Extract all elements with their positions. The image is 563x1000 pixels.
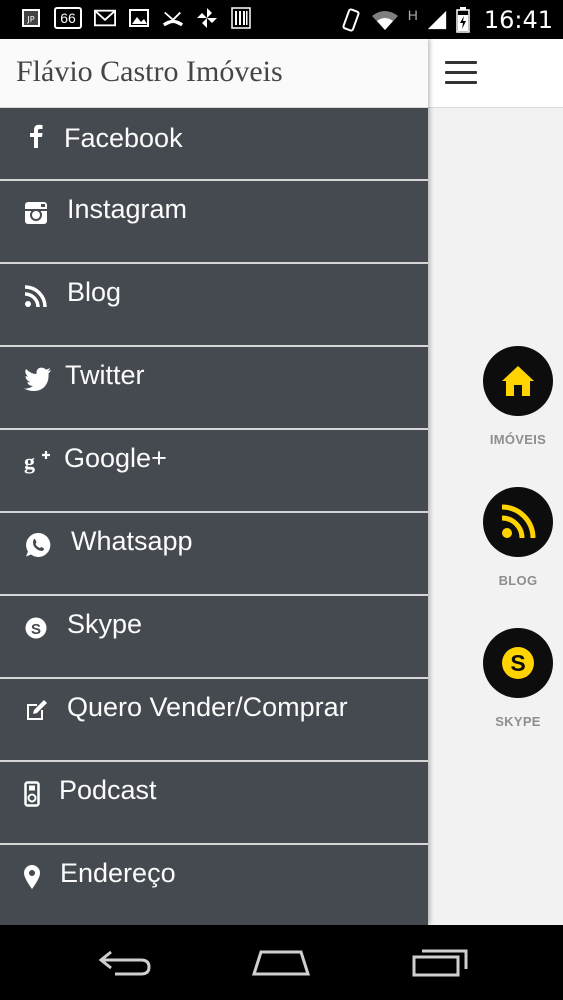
tile-blog[interactable]: BLOG	[482, 487, 554, 588]
game-notification-icon: JP	[20, 7, 42, 29]
rss-icon	[501, 504, 536, 539]
facebook-icon	[22, 122, 50, 150]
skype-icon: S	[502, 647, 534, 679]
svg-text:S: S	[510, 650, 525, 676]
back-button[interactable]	[85, 939, 165, 985]
tile-imoveis[interactable]: IMÓVEIS	[482, 346, 554, 447]
main-content: IMÓVEIS BLOG S SKYPE	[428, 39, 563, 925]
gmail-icon	[94, 7, 116, 29]
home-nav-icon	[251, 950, 311, 976]
menu-item-label: Endereço	[60, 858, 176, 888]
recent-apps-icon	[412, 949, 468, 977]
tile-label: IMÓVEIS	[489, 432, 547, 447]
menu-item-blog[interactable]: Blog	[0, 264, 428, 347]
menu-item-google-plus[interactable]: g Google+	[0, 430, 428, 513]
network-type: H	[407, 7, 418, 23]
menu-item-endereco[interactable]: Endereço	[0, 845, 428, 926]
menu-item-facebook[interactable]: Facebook	[0, 108, 428, 181]
menu-item-whatsapp[interactable]: Whatsapp	[0, 513, 428, 596]
navigation-drawer: Flávio Castro Imóveis Facebook Instagram…	[0, 39, 428, 925]
menu-item-quero-vender-comprar[interactable]: Quero Vender/Comprar	[0, 679, 428, 762]
menu-item-label: Twitter	[65, 360, 145, 390]
tile-label: BLOG	[498, 573, 538, 588]
edit-icon	[22, 697, 50, 725]
tile-label: SKYPE	[495, 714, 541, 729]
svg-text:g: g	[24, 449, 35, 474]
menu-item-label: Whatsapp	[71, 526, 193, 556]
vibrate-icon	[340, 8, 362, 32]
whatsapp-icon	[24, 531, 52, 559]
hamburger-line	[445, 61, 477, 64]
status-bar: JP 66 H 16:41	[0, 0, 563, 39]
instagram-icon	[22, 199, 50, 227]
home-button[interactable]	[241, 939, 321, 985]
status-time: 16:41	[483, 6, 553, 34]
menu-item-skype[interactable]: S Skype	[0, 596, 428, 679]
tile-circle	[483, 346, 553, 416]
badge-count: 66	[60, 10, 76, 26]
tile-skype[interactable]: S SKYPE	[482, 628, 554, 729]
menu-item-label: Podcast	[59, 775, 157, 805]
wifi-icon	[370, 9, 400, 31]
pinwheel-icon	[196, 7, 218, 29]
svg-text:JP: JP	[26, 15, 34, 24]
signal-icon	[426, 9, 448, 31]
back-icon	[98, 950, 151, 976]
menu-item-label: Facebook	[64, 123, 183, 153]
menu-item-podcast[interactable]: Podcast	[0, 762, 428, 845]
missed-call-icon	[162, 7, 184, 29]
menu-item-twitter[interactable]: Twitter	[0, 347, 428, 430]
tile-circle	[483, 487, 553, 557]
twitter-icon	[24, 365, 52, 393]
drawer-header: Flávio Castro Imóveis	[0, 39, 428, 108]
menu-item-label: Quero Vender/Comprar	[67, 692, 348, 722]
hamburger-line	[445, 81, 477, 84]
menu-item-label: Google+	[64, 443, 167, 473]
map-marker-icon	[18, 863, 46, 891]
skype-icon: S	[22, 614, 50, 642]
home-icon	[502, 366, 534, 396]
menu-item-label: Skype	[67, 609, 143, 639]
menu-item-label: Instagram	[67, 194, 188, 224]
tile-circle: S	[483, 628, 553, 698]
image-icon	[128, 7, 150, 29]
drawer-menu: Facebook Instagram Blog Twitter g Google…	[0, 108, 428, 926]
menu-item-label: Blog	[67, 277, 122, 307]
menu-toggle-button[interactable]	[445, 61, 479, 87]
menu-item-instagram[interactable]: Instagram	[0, 181, 428, 264]
hamburger-line	[445, 71, 477, 74]
app-title: Flávio Castro Imóveis	[16, 55, 283, 88]
svg-text:S: S	[31, 621, 41, 638]
system-navigation-bar	[0, 925, 563, 1000]
barcode-icon	[230, 7, 252, 29]
badge-count-icon: 66	[54, 7, 82, 29]
app-bar	[428, 39, 563, 108]
recent-apps-button[interactable]	[400, 939, 480, 985]
rss-icon	[22, 282, 50, 310]
ipod-icon	[18, 780, 46, 808]
google-plus-icon: g	[24, 448, 52, 476]
battery-icon	[456, 7, 470, 33]
